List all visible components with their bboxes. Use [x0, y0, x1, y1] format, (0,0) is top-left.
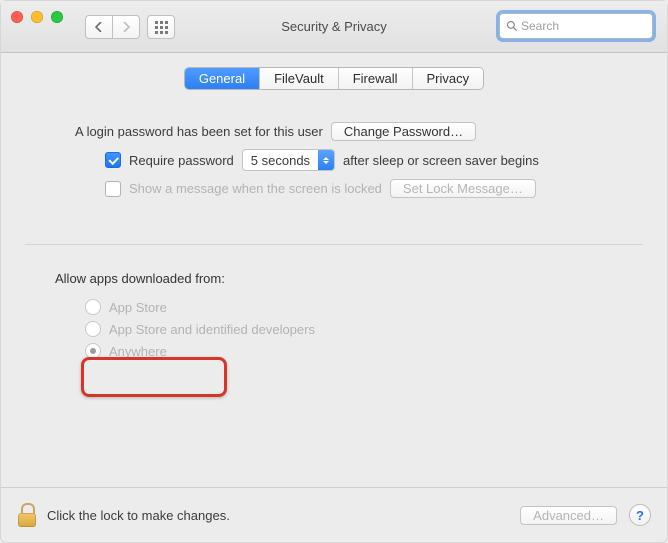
require-password-delay-value: 5 seconds [243, 153, 318, 168]
annotation-highlight [81, 357, 227, 397]
close-button[interactable] [11, 11, 23, 23]
require-password-delay-select[interactable]: 5 seconds [242, 149, 335, 171]
minimize-button[interactable] [31, 11, 43, 23]
change-password-button[interactable]: Change Password… [331, 122, 476, 141]
search-icon [506, 20, 518, 32]
radio-row-anywhere: Anywhere [85, 340, 667, 362]
advanced-button[interactable]: Advanced… [520, 506, 617, 525]
tab-bar: General FileVault Firewall Privacy [184, 67, 484, 90]
show-message-row: Show a message when the screen is locked… [105, 179, 643, 198]
select-stepper-icon [318, 150, 334, 170]
radio-row-identified: App Store and identified developers [85, 318, 667, 340]
nav-back-forward [85, 15, 140, 39]
chevron-left-icon [95, 22, 103, 32]
tab-firewall[interactable]: Firewall [339, 68, 413, 89]
security-privacy-window: Security & Privacy General FileVault Fir… [0, 0, 668, 543]
allow-apps-title: Allow apps downloaded from: [55, 271, 667, 286]
show-message-label: Show a message when the screen is locked [129, 181, 382, 196]
show-message-checkbox[interactable] [105, 181, 121, 197]
tab-general[interactable]: General [185, 68, 260, 89]
section-divider [25, 244, 643, 245]
require-password-row: Require password 5 seconds after sleep o… [105, 149, 643, 171]
radio-anywhere-label: Anywhere [109, 344, 167, 359]
maximize-button[interactable] [51, 11, 63, 23]
allow-apps-radio-group: App Store App Store and identified devel… [85, 296, 667, 362]
radio-row-app-store: App Store [85, 296, 667, 318]
require-password-label: Require password [129, 153, 234, 168]
radio-app-store-label: App Store [109, 300, 167, 315]
help-button[interactable]: ? [629, 504, 651, 526]
set-lock-message-button: Set Lock Message… [390, 179, 536, 198]
login-password-row: A login password has been set for this u… [75, 122, 643, 141]
grid-icon [155, 21, 168, 34]
footer: Click the lock to make changes. Advanced… [1, 488, 667, 542]
require-password-after-text: after sleep or screen saver begins [343, 153, 539, 168]
tab-filevault[interactable]: FileVault [260, 68, 339, 89]
general-pane: A login password has been set for this u… [1, 90, 667, 198]
traffic-lights [11, 11, 63, 23]
forward-button[interactable] [112, 15, 140, 39]
search-input[interactable] [521, 19, 668, 33]
search-field[interactable] [499, 13, 653, 39]
radio-identified [85, 321, 101, 337]
chevron-right-icon [122, 22, 130, 32]
lock-text: Click the lock to make changes. [47, 508, 230, 523]
show-all-button[interactable] [147, 15, 175, 39]
radio-app-store [85, 299, 101, 315]
lock-icon[interactable] [17, 503, 37, 527]
radio-anywhere [85, 343, 101, 359]
require-password-checkbox[interactable] [105, 152, 121, 168]
back-button[interactable] [85, 15, 112, 39]
radio-identified-label: App Store and identified developers [109, 322, 315, 337]
login-password-text: A login password has been set for this u… [75, 124, 323, 139]
titlebar: Security & Privacy [1, 1, 667, 53]
tab-privacy[interactable]: Privacy [413, 68, 484, 89]
